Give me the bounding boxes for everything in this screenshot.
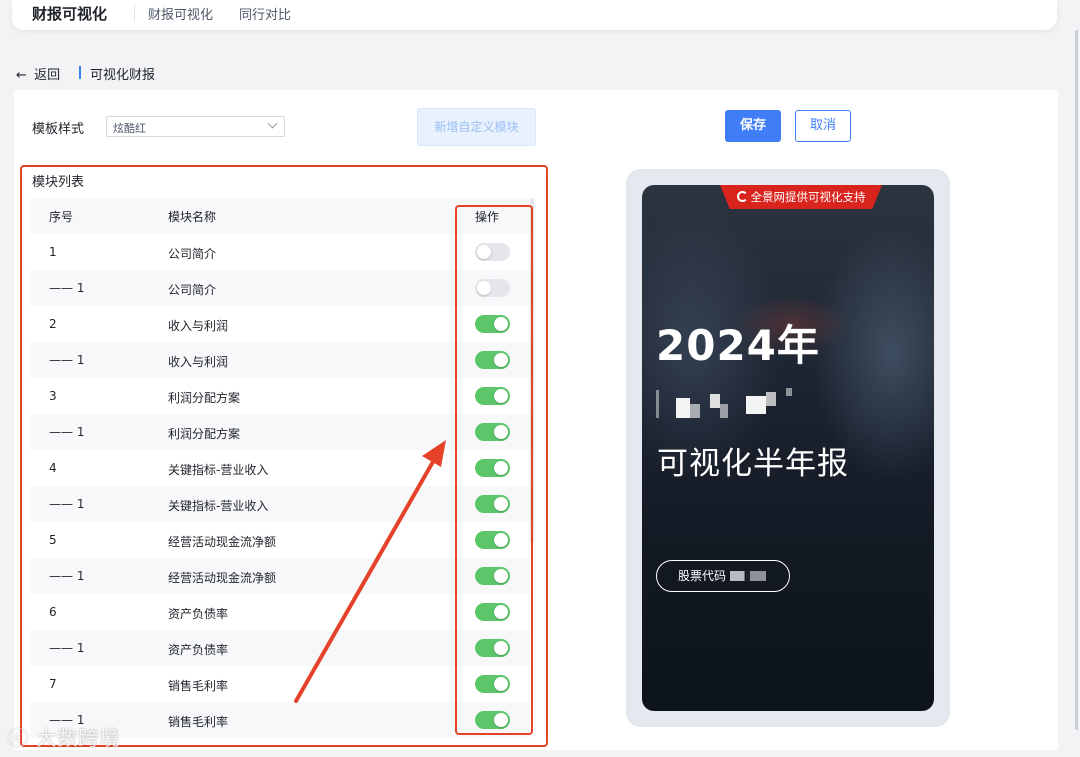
watermark: ⓒ 大数跨境 [8,726,121,750]
page-title: 可视化财报 [90,68,156,83]
preview-stock-code-pill: 股票代码 [656,560,790,592]
preview-stock-label: 股票代码 [678,569,727,583]
template-style-select[interactable]: 炫酷红 [106,116,285,137]
back-button[interactable]: ← 返回 [16,64,60,83]
preview-year: 2024年 [656,321,820,370]
arrow-left-icon: ← [16,68,27,83]
preview-ribbon-text: 全景网提供可视化支持 [750,190,866,204]
quanjing-logo-icon [736,191,748,202]
preview-company-name-mosaic [656,386,804,420]
chevron-down-icon [267,118,278,129]
preview-subtitle: 可视化半年报 [657,446,849,482]
template-style-value: 炫酷红 [113,122,146,135]
breadcrumb-accent-bar [79,66,81,79]
add-custom-module-button[interactable]: 新增自定义模块 [417,108,536,146]
cancel-button[interactable]: 取消 [795,110,851,142]
stock-code-mosaic [730,571,767,581]
top-nav: 财报可视化 财报可视化 同行对比 [12,0,1057,30]
page-scrollbar-thumb[interactable] [1075,30,1078,730]
preview-ribbon: 全景网提供可视化支持 [720,185,882,209]
save-button[interactable]: 保存 [725,110,781,142]
back-label: 返回 [34,68,61,83]
annotation-box-action-column [455,205,533,735]
nav-divider [134,4,135,22]
nav-link-peer-comparison[interactable]: 同行对比 [239,4,291,23]
template-style-label: 模板样式 [32,122,85,137]
nav-brand[interactable]: 财报可视化 [32,3,107,24]
nav-link-report-visualization[interactable]: 财报可视化 [148,4,213,23]
